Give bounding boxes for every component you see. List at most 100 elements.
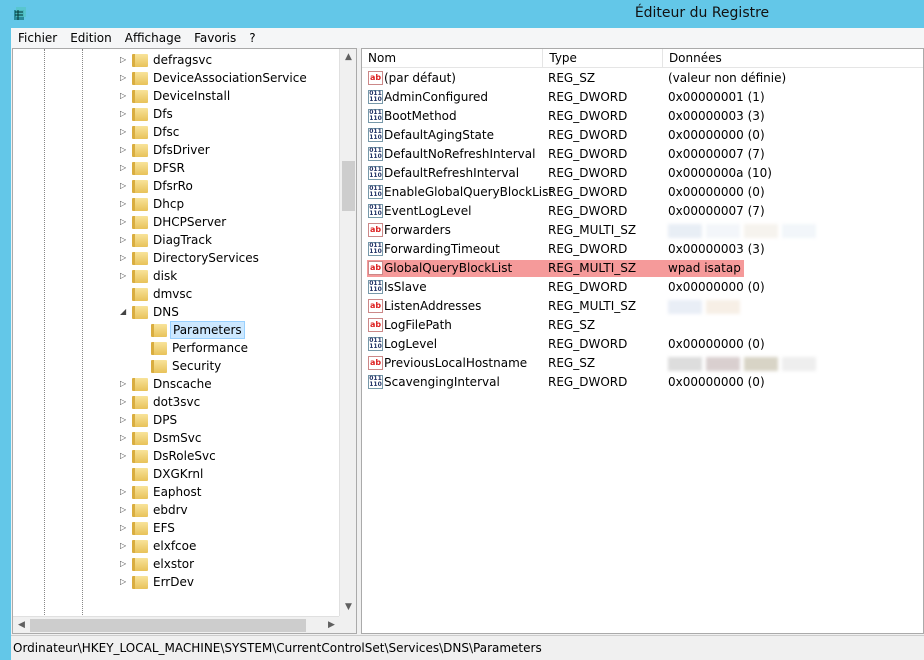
expand-arrow-icon[interactable]: ▷ xyxy=(120,51,130,69)
tree-item[interactable]: ▷ dot3svc xyxy=(13,393,338,411)
expand-arrow-icon[interactable]: ▷ xyxy=(120,159,130,177)
value-row[interactable]: ab ListenAddresses REG_MULTI_SZ xyxy=(366,297,923,316)
expand-arrow-icon[interactable]: ▷ xyxy=(120,177,130,195)
expand-arrow-icon[interactable]: ▷ xyxy=(120,123,130,141)
tree-item-label: dmvsc xyxy=(153,287,193,301)
menu-edition[interactable]: Edition xyxy=(69,28,118,48)
tree-item[interactable]: ▷ disk xyxy=(13,267,338,285)
tree-item[interactable]: ▷ Eaphost xyxy=(13,483,338,501)
binary-value-icon: 011 110 xyxy=(368,185,383,199)
column-data[interactable]: Données xyxy=(663,49,923,68)
tree-item[interactable]: DXGKrnl xyxy=(13,465,338,483)
value-row[interactable]: 011 110 DefaultRefreshInterval REG_DWORD 0x0… xyxy=(366,164,923,183)
value-row[interactable]: 011 110 EnableGlobalQueryBlockList REG_DWOR… xyxy=(366,183,923,202)
tree-item[interactable]: ◢ DNS xyxy=(13,303,338,321)
string-value-icon: ab xyxy=(368,223,383,237)
value-row[interactable]: ab Forwarders REG_MULTI_SZ xyxy=(366,221,923,240)
scroll-right-button[interactable]: ▶ xyxy=(323,617,340,633)
expand-arrow-icon[interactable]: ▷ xyxy=(120,141,130,159)
expand-arrow-icon[interactable]: ▷ xyxy=(120,573,130,591)
tree-item[interactable]: ▷ ebdrv xyxy=(13,501,338,519)
expand-arrow-icon[interactable]: ▷ xyxy=(120,213,130,231)
tree-item[interactable]: ▷ DPS xyxy=(13,411,338,429)
tree-item[interactable]: ▷ DFSR xyxy=(13,159,338,177)
menu-fichier[interactable]: Fichier xyxy=(17,28,63,48)
menu-favoris[interactable]: Favoris xyxy=(193,28,242,48)
tree-item[interactable]: Security xyxy=(13,357,338,375)
value-row[interactable]: 011 110 LogLevel REG_DWORD 0x00000000 (0) xyxy=(366,335,923,354)
expand-arrow-icon[interactable]: ▷ xyxy=(120,411,130,429)
tree-vertical-scrollbar[interactable]: ▲ ▼ xyxy=(339,49,356,616)
tree-item[interactable]: ▷ Dfsc xyxy=(13,123,338,141)
tree-item[interactable]: ▷ DfsrRo xyxy=(13,177,338,195)
column-type[interactable]: Type xyxy=(543,49,663,68)
expand-arrow-icon[interactable]: ▷ xyxy=(120,249,130,267)
scroll-left-button[interactable]: ◀ xyxy=(13,617,30,633)
tree-item[interactable]: ▷ EFS xyxy=(13,519,338,537)
value-data: wpad isatap xyxy=(668,261,741,275)
expand-arrow-icon[interactable]: ▷ xyxy=(120,429,130,447)
tree-item[interactable]: ▷ Dfs xyxy=(13,105,338,123)
redacted-data xyxy=(782,357,816,371)
value-data: 0x00000001 (1) xyxy=(668,90,765,104)
expand-arrow-icon[interactable]: ▷ xyxy=(120,537,130,555)
tree-item[interactable]: ▷ elxfcoe xyxy=(13,537,338,555)
value-row[interactable]: 011 110 ScavengingInterval REG_DWORD 0x00000… xyxy=(366,373,923,392)
tree-item[interactable]: ▷ DirectoryServices xyxy=(13,249,338,267)
redacted-data xyxy=(782,224,816,238)
expand-arrow-icon[interactable]: ▷ xyxy=(120,105,130,123)
scroll-down-button[interactable]: ▼ xyxy=(340,599,356,616)
tree-item-label: Security xyxy=(172,359,222,373)
value-row[interactable]: 011 110 IsSlave REG_DWORD 0x00000000 (0) xyxy=(366,278,923,297)
tree-horizontal-scrollbar[interactable]: ◀ ▶ xyxy=(13,616,340,633)
expand-arrow-icon[interactable]: ▷ xyxy=(120,195,130,213)
value-row[interactable]: 011 110 DefaultAgingState REG_DWORD 0x000000… xyxy=(366,126,923,145)
tree-item[interactable]: ▷ ErrDev xyxy=(13,573,338,591)
expand-arrow-icon[interactable]: ▷ xyxy=(120,555,130,573)
tree-item[interactable]: ▷ Dhcp xyxy=(13,195,338,213)
collapse-arrow-icon[interactable]: ◢ xyxy=(120,303,130,321)
expand-arrow-icon[interactable]: ▷ xyxy=(120,519,130,537)
values-pane[interactable]: Nom Type Données ab (par défaut) REG_SZ (va… xyxy=(361,48,924,634)
value-row[interactable]: ab GlobalQueryBlockList REG_MULTI_SZ wpad i… xyxy=(366,259,923,278)
value-row[interactable]: 011 110 BootMethod REG_DWORD 0x00000003 (3) xyxy=(366,107,923,126)
tree-item[interactable]: dmvsc xyxy=(13,285,338,303)
expand-arrow-icon[interactable]: ▷ xyxy=(120,393,130,411)
tree-item[interactable]: Performance xyxy=(13,339,338,357)
expand-arrow-icon[interactable]: ▷ xyxy=(120,267,130,285)
menu-affichage[interactable]: Affichage xyxy=(124,28,187,48)
tree-item[interactable]: ▷ DsmSvc xyxy=(13,429,338,447)
expand-arrow-icon[interactable]: ▷ xyxy=(120,231,130,249)
tree-item[interactable]: ▷ defragsvc xyxy=(13,51,338,69)
scroll-thumb[interactable] xyxy=(342,161,355,211)
value-row[interactable]: 011 110 ForwardingTimeout REG_DWORD 0x000000… xyxy=(366,240,923,259)
tree-item[interactable]: ▷ DeviceInstall xyxy=(13,87,338,105)
tree-item[interactable]: ▷ DeviceAssociationService xyxy=(13,69,338,87)
tree-item[interactable]: Parameters xyxy=(13,321,338,339)
hscroll-thumb[interactable] xyxy=(30,619,306,632)
value-row[interactable]: ab LogFilePath REG_SZ xyxy=(366,316,923,335)
value-row[interactable]: 011 110 AdminConfigured REG_DWORD 0x00000001… xyxy=(366,88,923,107)
tree-item[interactable]: ▷ DfsDriver xyxy=(13,141,338,159)
expand-arrow-icon[interactable]: ▷ xyxy=(120,447,130,465)
tree-item[interactable]: ▷ DHCPServer xyxy=(13,213,338,231)
tree-item[interactable]: ▷ Dnscache xyxy=(13,375,338,393)
value-row[interactable]: 011 110 DefaultNoRefreshInterval REG_DWORD 0… xyxy=(366,145,923,164)
expand-arrow-icon[interactable]: ▷ xyxy=(120,87,130,105)
tree-item[interactable]: ▷ DsRoleSvc xyxy=(13,447,338,465)
tree-item[interactable]: ▷ elxstor xyxy=(13,555,338,573)
value-row[interactable]: ab (par défaut) REG_SZ (valeur non définie) xyxy=(366,69,923,88)
tree-item-label: DFSR xyxy=(153,161,185,175)
key-tree-pane[interactable]: ▷ defragsvc ▷ DeviceAssociationService ▷ Devi… xyxy=(12,48,357,634)
value-row[interactable]: 011 110 EventLogLevel REG_DWORD 0x00000007 (… xyxy=(366,202,923,221)
value-row[interactable]: ab PreviousLocalHostname REG_SZ xyxy=(366,354,923,373)
tree-item[interactable]: ▷ DiagTrack xyxy=(13,231,338,249)
expand-arrow-icon[interactable]: ▷ xyxy=(120,69,130,87)
menu-help[interactable]: ? xyxy=(248,28,261,48)
expand-arrow-icon[interactable]: ▷ xyxy=(120,483,130,501)
expand-arrow-icon[interactable]: ▷ xyxy=(120,501,130,519)
scroll-up-button[interactable]: ▲ xyxy=(340,49,356,66)
expand-arrow-icon[interactable]: ▷ xyxy=(120,375,130,393)
value-data: 0x00000000 (0) xyxy=(668,185,765,199)
column-name[interactable]: Nom xyxy=(362,49,544,68)
